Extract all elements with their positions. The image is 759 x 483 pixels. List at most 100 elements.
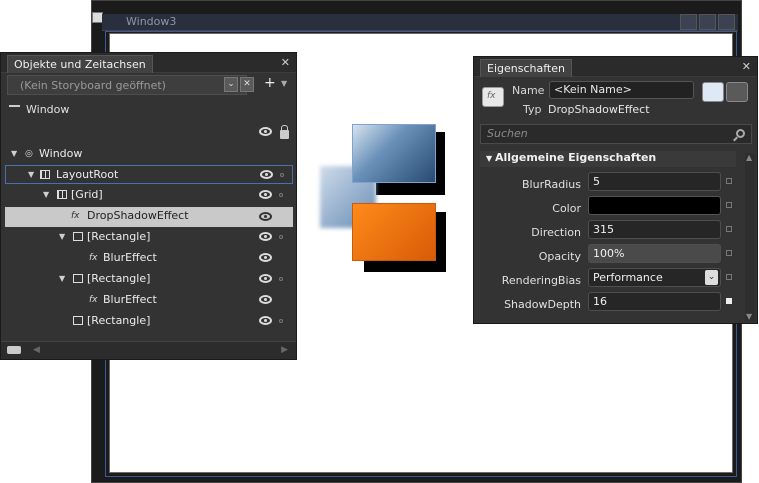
category-header[interactable]: ▼ Allgemeine Eigenschaften bbox=[480, 151, 736, 167]
effect-icon: fx bbox=[89, 253, 98, 263]
layers-icon[interactable] bbox=[7, 346, 21, 354]
renderingbias-select[interactable]: Performance ⌄ bbox=[588, 268, 721, 287]
eye-icon[interactable] bbox=[260, 170, 273, 179]
objects-panel-header: Objekte und Zeitachsen ✕ bbox=[1, 53, 296, 73]
blue-rectangle[interactable] bbox=[352, 124, 436, 183]
category-label: Allgemeine Eigenschaften bbox=[494, 151, 657, 164]
eye-icon[interactable] bbox=[259, 274, 272, 283]
effect-icon: fx bbox=[71, 211, 80, 221]
advanced-property-marker[interactable] bbox=[726, 274, 732, 280]
tree-item-label: LayoutRoot bbox=[56, 168, 119, 181]
advanced-property-marker[interactable] bbox=[726, 250, 732, 256]
tree-item-grid[interactable]: ▼ [Grid] bbox=[5, 186, 293, 205]
set-property-marker[interactable] bbox=[726, 298, 732, 304]
color-swatch[interactable] bbox=[588, 196, 721, 215]
tree-item-label: BlurEffect bbox=[103, 293, 157, 306]
expand-triangle-icon[interactable]: ▼ bbox=[43, 186, 49, 204]
rectangle-icon bbox=[73, 274, 83, 283]
tree-item-blureffect[interactable]: fx BlurEffect bbox=[5, 291, 293, 310]
expand-triangle-icon[interactable]: ▼ bbox=[11, 145, 17, 163]
lock-dot-icon[interactable] bbox=[279, 193, 283, 197]
eye-icon[interactable] bbox=[259, 253, 272, 262]
type-label: Typ bbox=[523, 103, 542, 116]
maximize-button[interactable] bbox=[699, 14, 716, 30]
tree-item-label: [Rectangle] bbox=[87, 230, 151, 243]
close-storyboard-button[interactable]: ✕ bbox=[240, 77, 254, 92]
scroll-right-icon[interactable]: ▶ bbox=[281, 345, 288, 355]
expand-triangle-icon[interactable]: ▼ bbox=[59, 270, 65, 288]
tree-item-layoutroot[interactable]: ▼ LayoutRoot bbox=[5, 165, 293, 184]
tree-item-label: [Rectangle] bbox=[87, 272, 151, 285]
tree-item-window[interactable]: ▼ ◎ Window bbox=[5, 145, 293, 164]
name-input[interactable]: <Kein Name> bbox=[549, 81, 694, 99]
opacity-input[interactable]: 100% bbox=[588, 244, 721, 263]
objects-panel-title[interactable]: Objekte und Zeitachsen bbox=[7, 55, 153, 73]
direction-input[interactable]: 315 bbox=[588, 220, 721, 239]
tree-item-rectangle[interactable]: [Rectangle] bbox=[5, 312, 293, 331]
eye-icon[interactable] bbox=[259, 316, 272, 325]
blurradius-input[interactable]: 5 bbox=[588, 172, 721, 191]
effect-type-icon: fx bbox=[482, 87, 504, 107]
close-icon[interactable]: ✕ bbox=[742, 60, 751, 73]
tree-item-dropshadoweffect[interactable]: fx DropShadowEffect bbox=[5, 207, 293, 227]
search-icon[interactable] bbox=[736, 129, 745, 138]
tree-item-label: [Grid] bbox=[71, 188, 103, 201]
eye-icon[interactable] bbox=[259, 295, 272, 304]
expand-triangle-icon[interactable]: ▼ bbox=[28, 166, 34, 184]
eye-icon[interactable] bbox=[259, 212, 272, 221]
close-icon[interactable]: ✕ bbox=[281, 56, 290, 69]
storyboard-selector[interactable]: (Kein Storyboard geöffnet) bbox=[7, 75, 247, 95]
lock-dot-icon[interactable] bbox=[280, 173, 284, 177]
property-label: Direction bbox=[531, 226, 581, 239]
expand-triangle-icon[interactable]: ▼ bbox=[59, 228, 65, 246]
minimize-button[interactable] bbox=[680, 14, 697, 30]
lock-dot-icon[interactable] bbox=[279, 319, 283, 323]
designer-window-title: Window3 bbox=[126, 15, 177, 28]
effect-icon: fx bbox=[89, 295, 98, 305]
lock-dot-icon[interactable] bbox=[279, 235, 283, 239]
scope-up-icon bbox=[9, 105, 20, 115]
property-label: RenderingBias bbox=[501, 274, 581, 287]
properties-panel-header: Eigenschaften ✕ bbox=[474, 57, 757, 77]
scroll-left-icon[interactable]: ◀ bbox=[33, 345, 40, 355]
storyboard-menu-button[interactable]: ⌄ bbox=[224, 77, 238, 92]
scope-row[interactable]: Window bbox=[9, 103, 69, 116]
tree-item-rectangle[interactable]: ▼ [Rectangle] bbox=[5, 270, 293, 289]
name-label: Name bbox=[512, 84, 545, 97]
advanced-property-marker[interactable] bbox=[726, 178, 732, 184]
grid-icon bbox=[57, 190, 67, 199]
chevron-down-icon[interactable]: ▼ bbox=[281, 79, 287, 88]
designer-window-titlebar: Window3 bbox=[102, 14, 738, 31]
orange-rectangle[interactable] bbox=[352, 203, 436, 261]
properties-panel-title[interactable]: Eigenschaften bbox=[480, 59, 572, 77]
rectangle-icon bbox=[73, 316, 83, 325]
events-view-button[interactable] bbox=[726, 82, 748, 102]
close-window-button[interactable] bbox=[718, 14, 735, 30]
scroll-up-icon[interactable]: ▲ bbox=[746, 153, 752, 162]
eye-icon[interactable] bbox=[259, 190, 272, 199]
lock-dot-icon[interactable] bbox=[279, 277, 283, 281]
chevron-down-icon[interactable]: ⌄ bbox=[705, 270, 718, 285]
renderingbias-value: Performance bbox=[593, 271, 663, 284]
objects-timeline-panel: Objekte und Zeitachsen ✕ (Kein Storyboar… bbox=[0, 52, 297, 360]
rectangle-icon bbox=[73, 232, 83, 241]
collapse-triangle-icon[interactable]: ▼ bbox=[486, 154, 495, 163]
objects-panel-footer: ◀ ▶ bbox=[1, 341, 296, 359]
property-label: BlurRadius bbox=[522, 178, 581, 191]
properties-view-button[interactable] bbox=[702, 82, 724, 102]
search-placeholder: Suchen bbox=[487, 127, 528, 140]
advanced-property-marker[interactable] bbox=[726, 202, 732, 208]
tree-item-blureffect[interactable]: fx BlurEffect bbox=[5, 249, 293, 268]
scroll-down-icon[interactable]: ▼ bbox=[746, 312, 752, 321]
tree-item-rectangle[interactable]: ▼ [Rectangle] bbox=[5, 228, 293, 247]
property-search-input[interactable]: Suchen bbox=[480, 124, 752, 144]
add-storyboard-button[interactable]: + bbox=[264, 75, 276, 91]
tree-item-label: DropShadowEffect bbox=[87, 209, 189, 222]
properties-scrollbar[interactable]: ▲ ▼ bbox=[745, 153, 755, 321]
eye-icon[interactable] bbox=[259, 232, 272, 241]
lock-icon[interactable] bbox=[280, 125, 289, 139]
property-label: Opacity bbox=[538, 250, 581, 263]
advanced-property-marker[interactable] bbox=[726, 226, 732, 232]
shadowdepth-input[interactable]: 16 bbox=[588, 292, 721, 311]
eye-icon[interactable] bbox=[259, 127, 272, 136]
